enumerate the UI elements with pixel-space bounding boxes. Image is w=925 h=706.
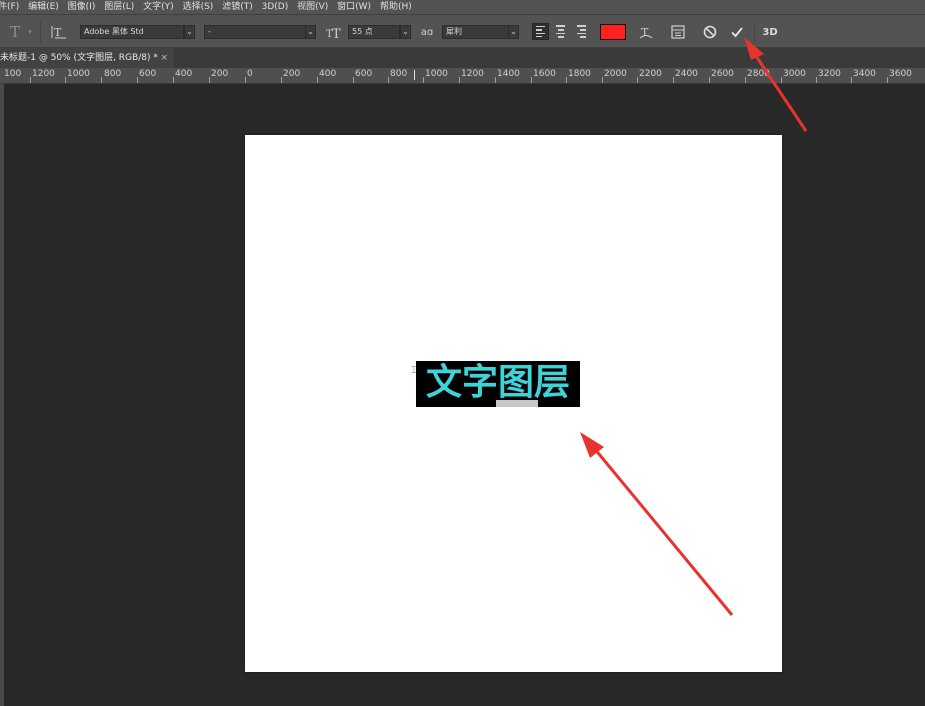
arrow-to-commit [744, 37, 808, 132]
arrow-to-text-layer [580, 432, 734, 616]
annotation-arrows [580, 37, 808, 616]
